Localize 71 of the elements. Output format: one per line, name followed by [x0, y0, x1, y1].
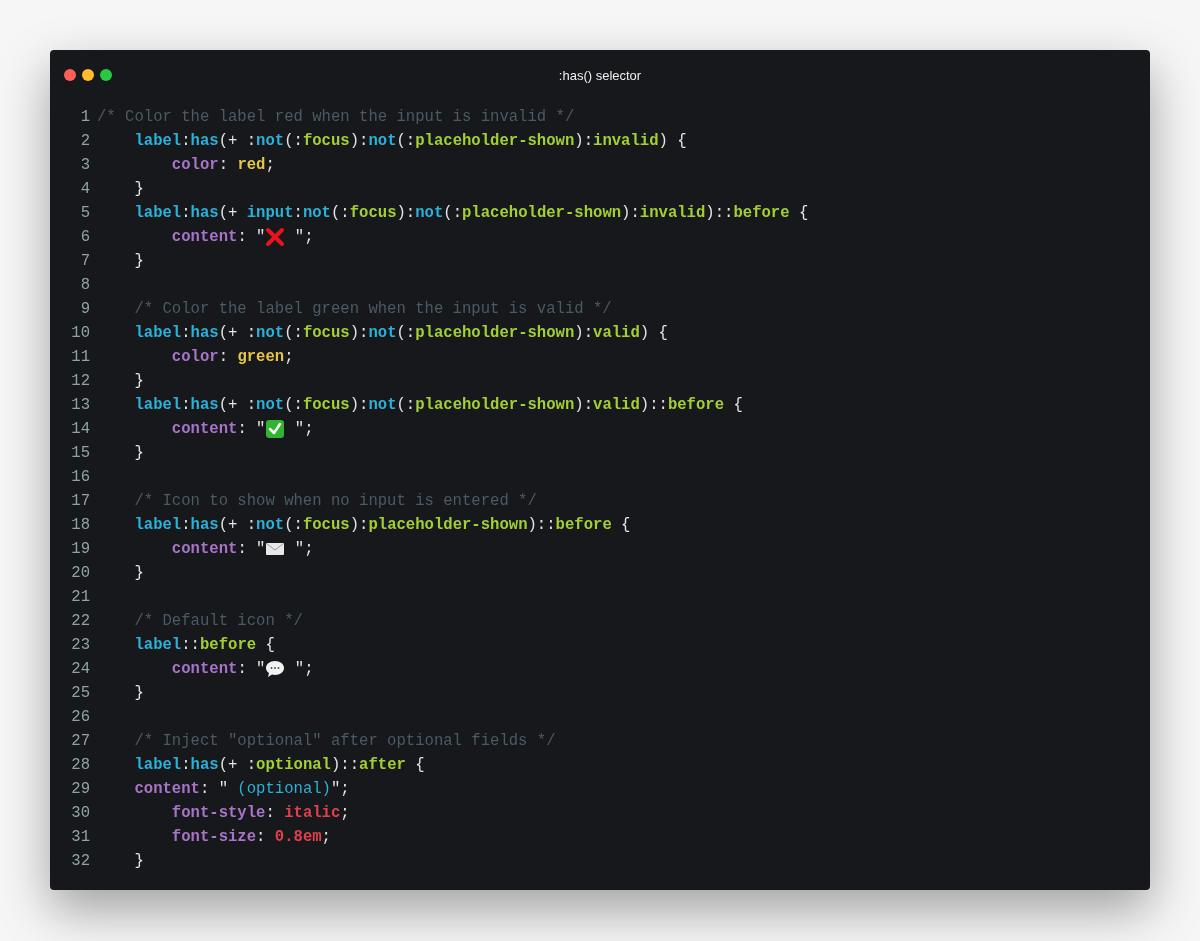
code-text: "; — [293, 419, 314, 440]
speech-bubble-icon — [265, 659, 286, 679]
line-number: 9 — [79, 299, 91, 320]
code-text: } — [133, 443, 144, 464]
line-number: 29 — [70, 779, 91, 800]
line-number: 2 — [79, 131, 91, 152]
code-text: font-size: 0.8em; — [170, 827, 331, 848]
code-text: label:has(+ :not(:focus):not(:placeholder-shown):invalid) { — [133, 131, 687, 152]
code-text: content: " — [170, 539, 266, 560]
code-text: "; — [293, 539, 314, 560]
code-text: "; — [293, 659, 314, 680]
maximize-button[interactable] — [100, 69, 112, 81]
line-number: 24 — [70, 659, 91, 680]
line-number: 8 — [79, 275, 91, 296]
line-number: 12 — [70, 371, 91, 392]
line-number: 19 — [70, 539, 91, 560]
line-number: 13 — [70, 395, 91, 416]
code-text: /* Icon to show when no input is entered */ — [133, 491, 537, 512]
check-icon — [265, 419, 286, 439]
code-text: label:has(+ input:not(:focus):not(:placeholder-shown):invalid)::before { — [133, 203, 809, 224]
code-text: } — [133, 851, 144, 872]
code-text: content: " — [170, 227, 266, 248]
line-number: 5 — [79, 203, 91, 224]
line-number: 27 — [70, 731, 91, 752]
code-text: label::before { — [133, 635, 275, 656]
code-text: content: " (optional)"; — [133, 779, 350, 800]
code-text: label:has(+ :not(:focus):placeholder-shown)::before { — [133, 515, 631, 536]
code-text: color: red; — [170, 155, 275, 176]
line-number: 18 — [70, 515, 91, 536]
line-number: 4 — [79, 179, 91, 200]
close-button[interactable] — [64, 69, 76, 81]
line-number: 25 — [70, 683, 91, 704]
code-text: /* Default icon */ — [133, 611, 303, 632]
code-text: label:has(+ :not(:focus):not(:placeholder-shown):valid)::before { — [133, 395, 743, 416]
window-title: :has() selector — [558, 67, 642, 83]
line-number: 14 — [70, 419, 91, 440]
code-text: font-style: italic; — [170, 803, 350, 824]
line-number: 32 — [70, 851, 91, 872]
code-text: label:has(+ :not(:focus):not(:placeholder-shown):valid) { — [133, 323, 668, 344]
code-text: content: " — [170, 419, 266, 440]
code-text: "; — [293, 227, 314, 248]
line-number: 11 — [70, 347, 91, 368]
line-number: 20 — [70, 563, 91, 584]
code-text: /* Inject "optional" after optional fields */ — [133, 731, 556, 752]
line-number: 28 — [70, 755, 91, 776]
code-text: /* Color the label red when the input is invalid */ — [97, 107, 575, 128]
code-text: } — [133, 563, 144, 584]
line-number: 26 — [70, 707, 91, 728]
minimize-button[interactable] — [82, 69, 94, 81]
code-text: } — [133, 371, 144, 392]
line-number: 7 — [79, 251, 91, 272]
line-number: 21 — [70, 587, 91, 608]
line-number: 15 — [70, 443, 91, 464]
code-text: } — [133, 683, 144, 704]
line-number: 22 — [70, 611, 91, 632]
cross-icon — [265, 227, 286, 247]
line-number: 30 — [70, 803, 91, 824]
line-number: 1 — [79, 107, 91, 128]
line-number: 16 — [70, 467, 91, 488]
line-number: 10 — [70, 323, 91, 344]
code-text: } — [133, 251, 144, 272]
code-text: /* Color the label green when the input is valid */ — [133, 299, 612, 320]
code-text: content: " — [170, 659, 266, 680]
line-number: 23 — [70, 635, 91, 656]
code-text: color: green; — [170, 347, 294, 368]
line-number: 17 — [70, 491, 91, 512]
line-number: 3 — [79, 155, 91, 176]
line-number: 31 — [70, 827, 91, 848]
line-number: 6 — [79, 227, 91, 248]
code-text: } — [133, 179, 144, 200]
code-text: label:has(+ :optional)::after { — [133, 755, 425, 776]
